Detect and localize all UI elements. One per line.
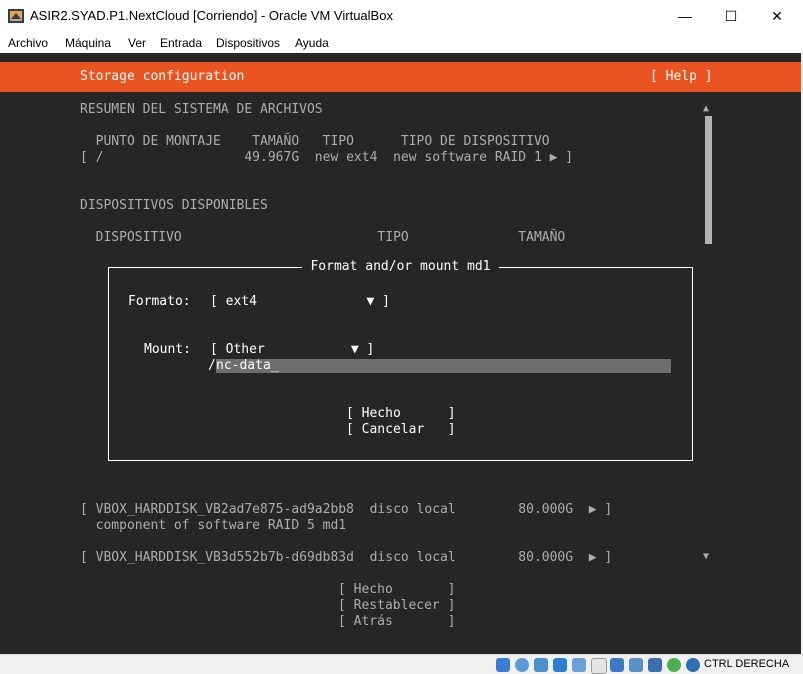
mount-select[interactable]: [ Other ▼ ] (210, 342, 374, 358)
menu-entrada[interactable]: Entrada (160, 36, 202, 50)
vm-screen[interactable]: Storage configuration [ Help ] RESUMEN D… (0, 53, 801, 654)
format-mount-dialog: Format and/or mount md1 Formato: [ ext4 … (108, 259, 693, 461)
hecho-button-bg[interactable]: [ Hecho ] (338, 582, 455, 598)
menu-bar: Archivo Máquina Ver Entrada Dispositivos… (0, 32, 803, 53)
text-cursor: _ (271, 358, 279, 373)
installer-header: Storage configuration [ Help ] (0, 62, 801, 92)
mount-path-value: nc-data (216, 358, 271, 373)
scrollbar-thumb[interactable] (705, 116, 712, 244)
device-row-1-detail: component of software RAID 5 md1 (80, 518, 347, 533)
mouse-integration-icon[interactable] (667, 658, 681, 672)
dialog-title-text: Format and/or mount md1 (302, 259, 499, 274)
host-key-label: CTRL DERECHA (704, 658, 790, 670)
virtualbox-icon (8, 9, 24, 23)
summary-columns: PUNTO DE MONTAJE TAMAÑO TIPO TIPO DE DIS… (80, 134, 550, 149)
network-icon[interactable] (553, 658, 567, 672)
menu-maquina[interactable]: Máquina (65, 36, 111, 50)
mount-label: Mount: (144, 342, 191, 357)
summary-heading: RESUMEN DEL SISTEMA DE ARCHIVOS (80, 102, 323, 117)
help-button[interactable]: [ Help ] (650, 69, 713, 85)
atras-button[interactable]: [ Atrás ] (338, 614, 455, 630)
minimize-button[interactable]: — (662, 0, 708, 32)
optical-drive-icon[interactable] (515, 658, 529, 672)
window-titlebar: ASIR2.SYAD.P1.NextCloud [Corriendo] - Or… (0, 0, 803, 32)
menu-ayuda[interactable]: Ayuda (295, 36, 329, 50)
available-heading: DISPOSITIVOS DISPONIBLES (80, 198, 268, 213)
usb-icon[interactable] (572, 658, 586, 672)
summary-row-root[interactable]: [ / 49.967G new ext4 new software RAID 1… (80, 150, 573, 166)
video-capture-icon[interactable] (629, 658, 643, 672)
restablecer-button[interactable]: [ Restablecer ] (338, 598, 455, 614)
mount-path-input[interactable]: nc-data _ (216, 358, 671, 373)
vbox-statusbar: CTRL DERECHA (0, 654, 803, 674)
audio-icon[interactable] (534, 658, 548, 672)
format-label: Formato: (128, 294, 191, 309)
maximize-button[interactable]: ☐ (708, 0, 754, 32)
shared-folders-icon[interactable] (591, 658, 607, 674)
minimize-icon: — (678, 8, 692, 24)
header-title: Storage configuration (80, 69, 245, 84)
available-columns: DISPOSITIVO TIPO TAMAÑO (80, 230, 566, 245)
close-button[interactable]: ✕ (754, 0, 800, 32)
device-row-1[interactable]: [ VBOX_HARDDISK_VB2ad7e875-ad9a2bb8 disc… (80, 502, 612, 518)
hard-disk-icon[interactable] (496, 658, 510, 672)
window-title: ASIR2.SYAD.P1.NextCloud [Corriendo] - Or… (30, 8, 393, 23)
dialog-title: Format and/or mount md1 (109, 259, 692, 275)
hecho-button[interactable]: [ Hecho ] (346, 406, 456, 422)
menu-dispositivos[interactable]: Dispositivos (216, 36, 280, 50)
close-icon: ✕ (771, 7, 783, 24)
scroll-down-icon[interactable]: ▼ (703, 549, 709, 565)
virtualization-icon[interactable] (648, 658, 662, 672)
cancelar-button[interactable]: [ Cancelar ] (346, 422, 456, 438)
device-row-2[interactable]: [ VBOX_HARDDISK_VB3d552b7b-d69db83d disc… (80, 550, 612, 566)
keyboard-capture-icon[interactable] (686, 658, 700, 672)
display-icon[interactable] (610, 658, 624, 672)
path-prefix: / (208, 358, 216, 373)
format-select[interactable]: [ ext4 ▼ ] (210, 294, 390, 310)
menu-ver[interactable]: Ver (128, 36, 146, 50)
maximize-icon: ☐ (724, 7, 738, 24)
menu-archivo[interactable]: Archivo (8, 36, 48, 50)
scroll-up-icon[interactable]: ▲ (703, 101, 709, 117)
